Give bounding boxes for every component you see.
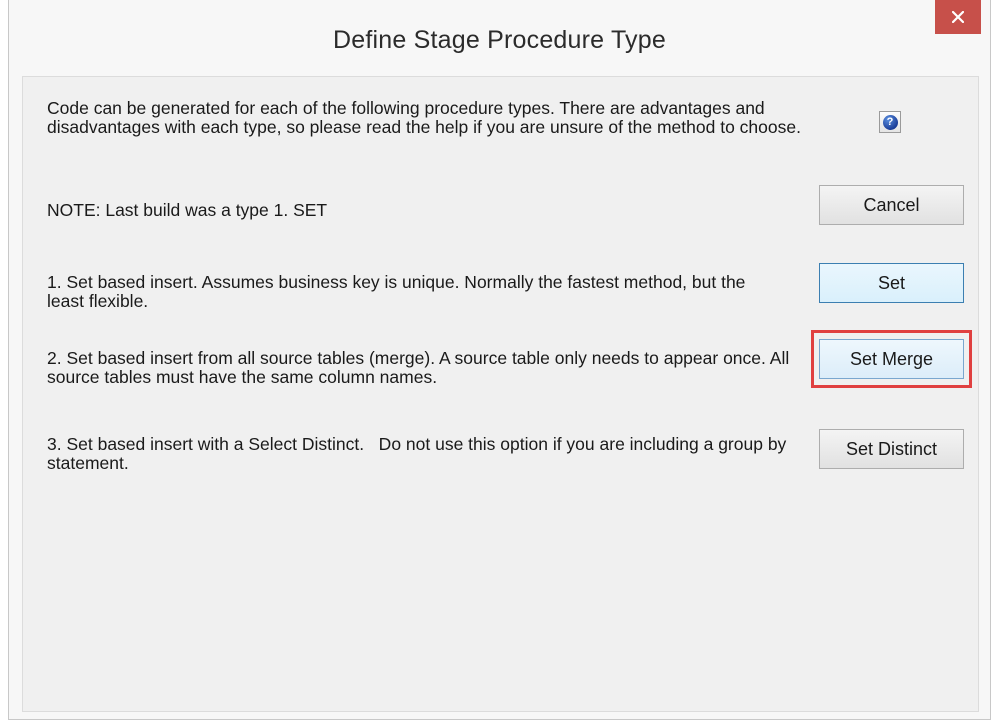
option-3-description: 3. Set based insert with a Select Distin… <box>47 434 792 473</box>
set-merge-button[interactable]: Set Merge <box>819 339 964 379</box>
option-1-description: 1. Set based insert. Assumes business ke… <box>47 272 751 311</box>
help-icon: ? <box>882 114 898 130</box>
option-2-description: 2. Set based insert from all source tabl… <box>47 348 795 387</box>
dialog-title: Define Stage Procedure Type <box>333 26 666 54</box>
title-bar: Define Stage Procedure Type <box>9 0 990 76</box>
intro-text: Code can be generated for each of the fo… <box>47 98 801 137</box>
last-build-note: NOTE: Last build was a type 1. SET <box>47 200 328 220</box>
close-icon <box>952 11 964 23</box>
dialog-body: Code can be generated for each of the fo… <box>22 76 979 712</box>
close-button[interactable] <box>935 0 981 34</box>
cancel-button[interactable]: Cancel <box>819 185 964 225</box>
dialog-window: Define Stage Procedure Type Code can be … <box>8 0 991 720</box>
help-button[interactable]: ? <box>879 111 901 133</box>
set-distinct-button[interactable]: Set Distinct <box>819 429 964 469</box>
set-button[interactable]: Set <box>819 263 964 303</box>
